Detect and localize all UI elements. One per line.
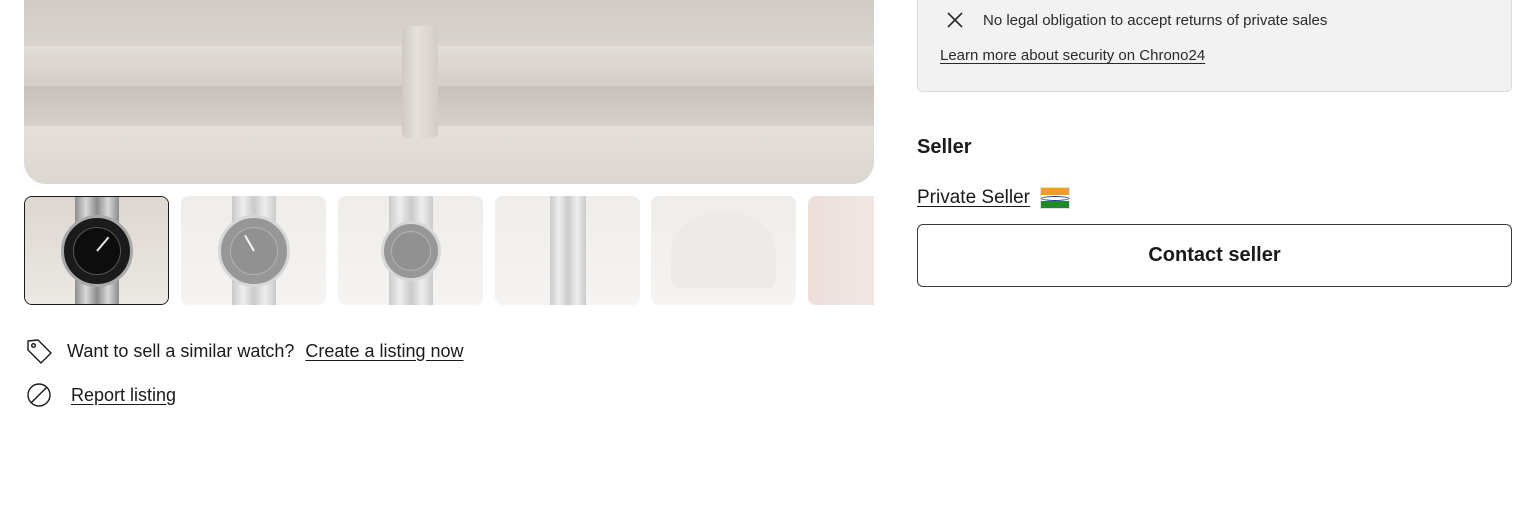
- image-tray-bottom: [24, 126, 874, 184]
- thumbnail-strip: [24, 196, 874, 306]
- no-returns-text: No legal obligation to accept returns of…: [983, 11, 1328, 29]
- thumbnail-5[interactable]: [651, 196, 796, 305]
- no-returns-row: No legal obligation to accept returns of…: [943, 8, 1327, 32]
- security-info-box: No legal obligation to accept returns of…: [917, 0, 1512, 92]
- thumbnail-6[interactable]: [808, 196, 874, 305]
- thumbnail-1[interactable]: [24, 196, 169, 305]
- close-icon: [943, 8, 967, 32]
- prohibited-icon: [24, 380, 54, 410]
- image-tray-shelf: [24, 46, 874, 86]
- seller-name-link[interactable]: Private Seller: [917, 187, 1030, 209]
- report-listing-row: Report listing: [24, 380, 176, 410]
- thumbnail-2[interactable]: [181, 196, 326, 305]
- thumbnail-4[interactable]: [495, 196, 640, 305]
- thumbnail-3[interactable]: [338, 196, 483, 305]
- create-listing-link[interactable]: Create a listing now: [305, 341, 463, 362]
- sell-similar-row: Want to sell a similar watch? Create a l…: [24, 336, 464, 366]
- image-tray-divider: [402, 26, 438, 138]
- learn-more-security-link[interactable]: Learn more about security on Chrono24: [940, 47, 1205, 64]
- seller-info: Private Seller: [917, 187, 1070, 209]
- main-product-image[interactable]: [24, 0, 874, 184]
- image-tray-slot: [24, 86, 874, 126]
- contact-seller-button[interactable]: Contact seller: [917, 224, 1512, 287]
- sell-prompt-text: Want to sell a similar watch?: [67, 340, 295, 361]
- report-listing-link[interactable]: Report listing: [71, 385, 176, 406]
- seller-heading: Seller: [917, 136, 972, 158]
- tag-icon: [24, 336, 54, 366]
- image-tray-top: [24, 0, 874, 46]
- india-flag-icon: [1040, 187, 1070, 209]
